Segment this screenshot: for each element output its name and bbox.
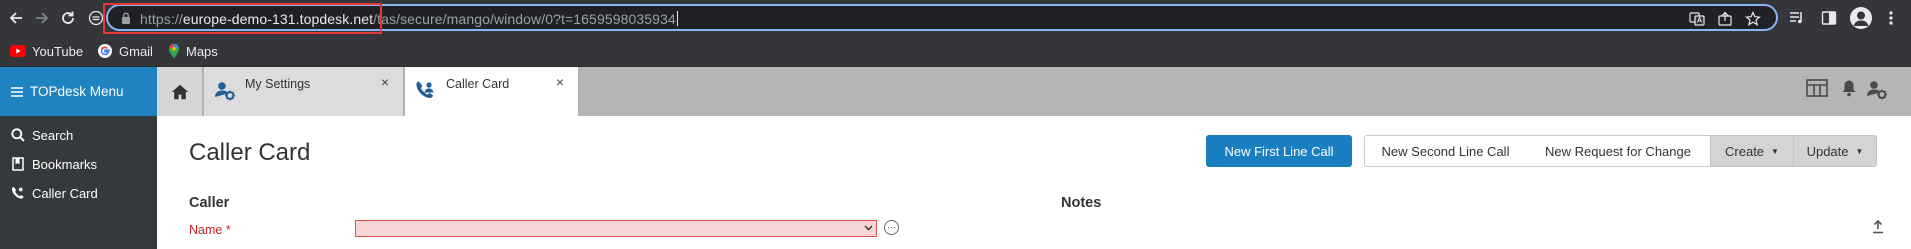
page-title: Caller Card [189, 139, 311, 166]
home-tab[interactable] [157, 67, 203, 116]
url-scheme: https:// [140, 11, 183, 27]
translate-icon[interactable] [1688, 10, 1706, 28]
name-select-field[interactable] [355, 220, 877, 237]
caret-down-icon: ▼ [1771, 146, 1779, 156]
upload-icon[interactable] [1872, 220, 1884, 234]
tune-icon[interactable] [84, 6, 108, 30]
kebab-menu-icon[interactable] [1880, 7, 1902, 29]
sidebar-item-label: Caller Card [32, 185, 98, 201]
person-icon [1853, 11, 1869, 26]
profile-avatar[interactable] [1850, 7, 1872, 29]
create-dropdown-button[interactable]: Create ▼ [1710, 135, 1794, 167]
url-text[interactable]: https://europe-demo-131.topdesk.net/tas/… [140, 11, 678, 27]
tab-my-settings[interactable]: My Settings × [204, 67, 404, 116]
search-icon [9, 128, 27, 142]
sidebar-item-label: Bookmarks [32, 156, 98, 172]
youtube-icon [10, 45, 26, 57]
bookmark-maps[interactable]: Maps [168, 42, 218, 60]
tab-label: My Settings [245, 77, 311, 91]
arrow-left-icon [9, 12, 22, 24]
notes-section-heading: Notes [1061, 195, 1102, 211]
tab-close-icon[interactable]: × [381, 74, 389, 90]
share-icon[interactable] [1716, 10, 1734, 28]
url-domain: europe-demo-131.topdesk.net [182, 11, 374, 27]
sidebar-item-label: Search [32, 127, 74, 143]
side-panel-icon[interactable] [1818, 7, 1840, 29]
main-content: Caller Card New First Line Call New Seco… [157, 116, 1911, 249]
bookmark-icon [9, 157, 27, 171]
maps-pin-icon [169, 43, 179, 59]
tab-close-icon[interactable]: × [556, 74, 564, 90]
caller-icon [9, 186, 27, 200]
hamburger-icon [11, 86, 23, 97]
tab-caller-card[interactable]: Caller Card × [405, 67, 579, 116]
new-request-for-change-button[interactable]: New Request for Change [1526, 135, 1711, 167]
topdesk-app: TOPdesk Menu My Settings × Caller Card × [0, 67, 1911, 249]
bell-icon[interactable] [1841, 79, 1857, 97]
url-path: /tas/secure/mango/window/0?t=16595980359… [373, 11, 676, 27]
sidebar: Search Bookmarks Caller Card [0, 116, 157, 249]
sidebar-item-search[interactable]: Search [0, 120, 157, 150]
new-first-line-call-button[interactable]: New First Line Call [1206, 135, 1352, 167]
sidebar-item-caller-card[interactable]: Caller Card [0, 178, 157, 208]
user-gear-icon[interactable] [1866, 79, 1888, 101]
new-second-line-call-button[interactable]: New Second Line Call [1364, 135, 1527, 167]
topdesk-menu-label: TOPdesk Menu [30, 84, 124, 99]
more-options-button[interactable]: ··· [884, 220, 899, 235]
lock-icon[interactable] [121, 12, 131, 24]
google-icon [98, 44, 112, 58]
text-caret [676, 11, 678, 26]
name-field-label: Name * [189, 223, 231, 237]
update-button-label: Update [1806, 143, 1849, 159]
reload-button[interactable] [56, 6, 80, 30]
topdesk-menu-button[interactable]: TOPdesk Menu [0, 67, 157, 116]
home-icon [171, 84, 188, 99]
bookmarks-bar: YouTube Gmail Maps [0, 35, 1911, 67]
bookmark-youtube[interactable]: YouTube [10, 42, 83, 60]
star-icon[interactable] [1744, 10, 1762, 28]
bookmark-label: YouTube [32, 43, 84, 59]
browser-toolbar: https://europe-demo-131.topdesk.net/tas/… [0, 0, 1911, 35]
media-queue-icon[interactable] [1786, 7, 1808, 29]
layout-icon[interactable] [1806, 79, 1828, 97]
chevron-down-icon [864, 225, 873, 231]
create-button-label: Create [1725, 143, 1765, 159]
update-dropdown-button[interactable]: Update ▼ [1793, 135, 1877, 167]
caller-phone-icon [416, 81, 434, 98]
caret-down-icon: ▼ [1855, 146, 1864, 156]
forward-button[interactable] [30, 6, 54, 30]
user-settings-icon [215, 82, 235, 101]
caller-section-heading: Caller [189, 195, 230, 211]
bookmark-label: Maps [186, 43, 218, 59]
address-bar[interactable]: https://europe-demo-131.topdesk.net/tas/… [106, 4, 1778, 31]
arrow-right-icon [36, 12, 49, 24]
reload-icon [62, 11, 74, 24]
back-button[interactable] [4, 6, 28, 30]
tab-strip: My Settings × Caller Card × [157, 67, 1911, 116]
bookmark-gmail[interactable]: Gmail [97, 42, 153, 60]
tab-label: Caller Card [446, 77, 510, 91]
sidebar-item-bookmarks[interactable]: Bookmarks [0, 149, 157, 179]
bookmark-label: Gmail [119, 43, 153, 59]
